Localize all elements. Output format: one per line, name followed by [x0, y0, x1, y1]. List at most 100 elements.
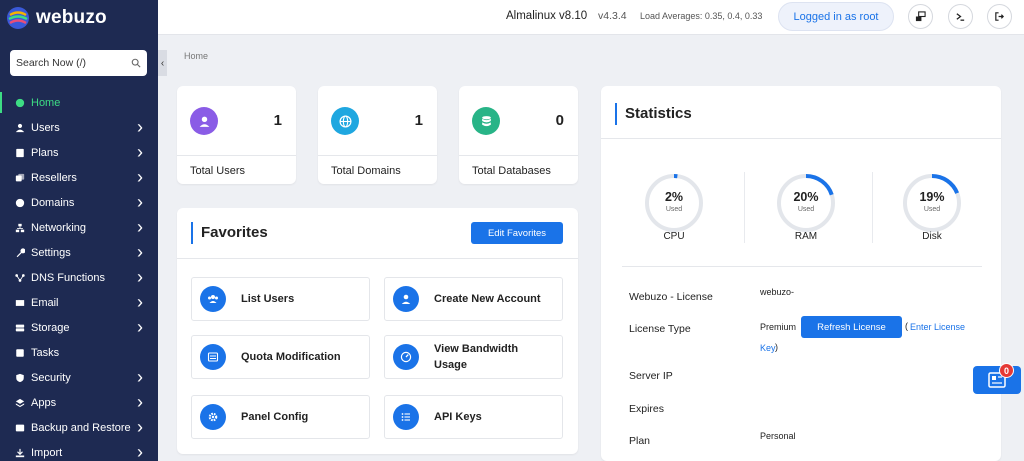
stat-value: 1 — [273, 112, 282, 129]
gauge-sub: Used — [797, 206, 815, 213]
import-icon — [14, 447, 25, 458]
sidebar-item-home[interactable]: Home — [0, 90, 158, 115]
expires-label: Expires — [629, 403, 665, 415]
gauge-sub: Used — [665, 206, 683, 213]
sidebar-item-dns-functions[interactable]: DNS Functions › — [0, 265, 158, 290]
sidebar-item-resellers[interactable]: Resellers › — [0, 165, 158, 190]
chevron-right-icon: › — [137, 117, 143, 137]
favorite-panel-config[interactable]: Panel Config — [191, 395, 370, 439]
paren-close: ) — [775, 342, 778, 352]
sidebar-item-label: Home — [31, 96, 61, 109]
favorite-label: Quota Modification — [241, 351, 341, 363]
terminal-button[interactable] — [948, 4, 973, 29]
plans-icon — [14, 147, 25, 158]
license-type-label: License Type — [629, 323, 691, 335]
server-ip-label: Server IP — [629, 370, 673, 382]
sidebar-item-storage[interactable]: Storage › — [0, 315, 158, 340]
chevron-right-icon: › — [137, 267, 143, 287]
logged-in-button[interactable]: Logged in as root — [778, 2, 894, 31]
gauge-label: CPU — [663, 231, 685, 242]
shield-icon — [14, 372, 25, 383]
sidebar-item-label: Settings — [31, 246, 71, 259]
enter-license-key-link-wrap[interactable]: Key — [760, 343, 776, 353]
favorite-label: API Keys — [434, 411, 482, 423]
refresh-license-button[interactable]: Refresh License — [801, 316, 902, 338]
globe-icon — [331, 107, 359, 135]
switch-panel-button[interactable] — [908, 4, 933, 29]
favorites-title: Favorites — [201, 224, 268, 241]
chevron-right-icon: › — [137, 442, 143, 461]
sidebar-item-security[interactable]: Security › — [0, 365, 158, 390]
sidebar-item-import[interactable]: Import › — [0, 440, 158, 461]
stat-card-domains[interactable]: 1 Total Domains — [318, 86, 437, 184]
sidebar-collapse-button[interactable]: ‹ — [158, 50, 167, 76]
edit-favorites-button[interactable]: Edit Favorites — [471, 222, 563, 244]
webuzo-logo-icon — [7, 6, 29, 29]
stat-card-databases[interactable]: 0 Total Databases — [459, 86, 578, 184]
sidebar-item-label: Users — [31, 121, 60, 134]
logout-button[interactable] — [987, 4, 1012, 29]
paren-open: ( — [905, 321, 908, 331]
stat-card-top: 0 — [459, 86, 578, 156]
stat-value: 1 — [414, 112, 423, 129]
logout-icon — [995, 12, 1005, 21]
sidebar-item-label: Security — [31, 371, 71, 384]
sidebar-item-users[interactable]: Users › — [0, 115, 158, 140]
stat-label: Total Databases — [472, 165, 551, 177]
favorite-api-keys[interactable]: API Keys — [384, 395, 563, 439]
sidebar-item-label: Apps — [31, 396, 57, 409]
chevron-right-icon: › — [137, 142, 143, 162]
envelope-icon — [14, 297, 25, 308]
sidebar-item-domains[interactable]: Domains › — [0, 190, 158, 215]
gauge-value: 19% — [919, 190, 945, 204]
favorite-label: Create New Account — [434, 293, 541, 305]
gauge-value: 2% — [664, 190, 684, 204]
favorite-view-bandwidth[interactable]: View Bandwidth Usage — [384, 335, 563, 379]
brand-name: webuzo — [36, 6, 107, 28]
user-circle-icon — [393, 286, 419, 312]
enter-license-key-link[interactable]: Enter License — [910, 322, 965, 332]
users-icon — [200, 286, 226, 312]
stat-card-users[interactable]: 1 Total Users — [177, 86, 296, 184]
terminal-icon — [956, 13, 965, 21]
sidebar-nav: Home Users › Plans › Resellers › Domains › Networ… — [0, 90, 158, 461]
plan-label: Plan — [629, 435, 651, 447]
section-accent — [191, 222, 193, 244]
webuzo-license-value: webuzo- — [760, 287, 795, 297]
gauge-divider — [872, 172, 873, 243]
favorite-create-account[interactable]: Create New Account — [384, 277, 563, 321]
gear-icon — [200, 404, 226, 430]
disk-gauge: 19% Used — [902, 173, 962, 233]
breadcrumb[interactable]: Home — [184, 51, 208, 61]
gauge-icon — [393, 344, 419, 370]
apps-icon — [14, 397, 25, 408]
divider — [177, 258, 578, 259]
divider — [622, 266, 982, 267]
sidebar-item-email[interactable]: Email › — [0, 290, 158, 315]
sidebar-item-label: Backup and Restore — [31, 421, 131, 434]
sidebar-item-tasks[interactable]: Tasks — [0, 340, 158, 365]
sidebar-item-label: DNS Functions — [31, 271, 105, 284]
favorite-label: Panel Config — [241, 411, 309, 423]
globe-icon — [14, 197, 25, 208]
sidebar-item-apps[interactable]: Apps › — [0, 390, 158, 415]
top-bar: Almalinux v8.10 v4.3.4 Load Averages: 0.… — [158, 0, 1024, 35]
sidebar-item-networking[interactable]: Networking › — [0, 215, 158, 240]
sidebar-item-label: Networking — [31, 221, 87, 234]
ram-gauge: 20% Used — [776, 173, 836, 233]
favorite-list-users[interactable]: List Users — [191, 277, 370, 321]
search-input[interactable]: Search Now (/) — [10, 50, 147, 76]
sidebar-item-plans[interactable]: Plans › — [0, 140, 158, 165]
stat-value: 0 — [555, 112, 564, 129]
search-icon[interactable] — [131, 58, 141, 68]
user-icon — [14, 122, 25, 133]
app-version: v4.3.4 — [598, 10, 627, 22]
wrench-icon — [14, 247, 25, 258]
chevron-right-icon: › — [137, 242, 143, 262]
sidebar-item-settings[interactable]: Settings › — [0, 240, 158, 265]
sidebar-item-backup-and-restore[interactable]: Backup and Restore › — [0, 415, 158, 440]
brand-logo[interactable]: webuzo — [0, 0, 158, 35]
favorite-quota-modification[interactable]: Quota Modification — [191, 335, 370, 379]
chevron-right-icon: › — [137, 192, 143, 212]
stat-card-top: 1 — [177, 86, 296, 156]
